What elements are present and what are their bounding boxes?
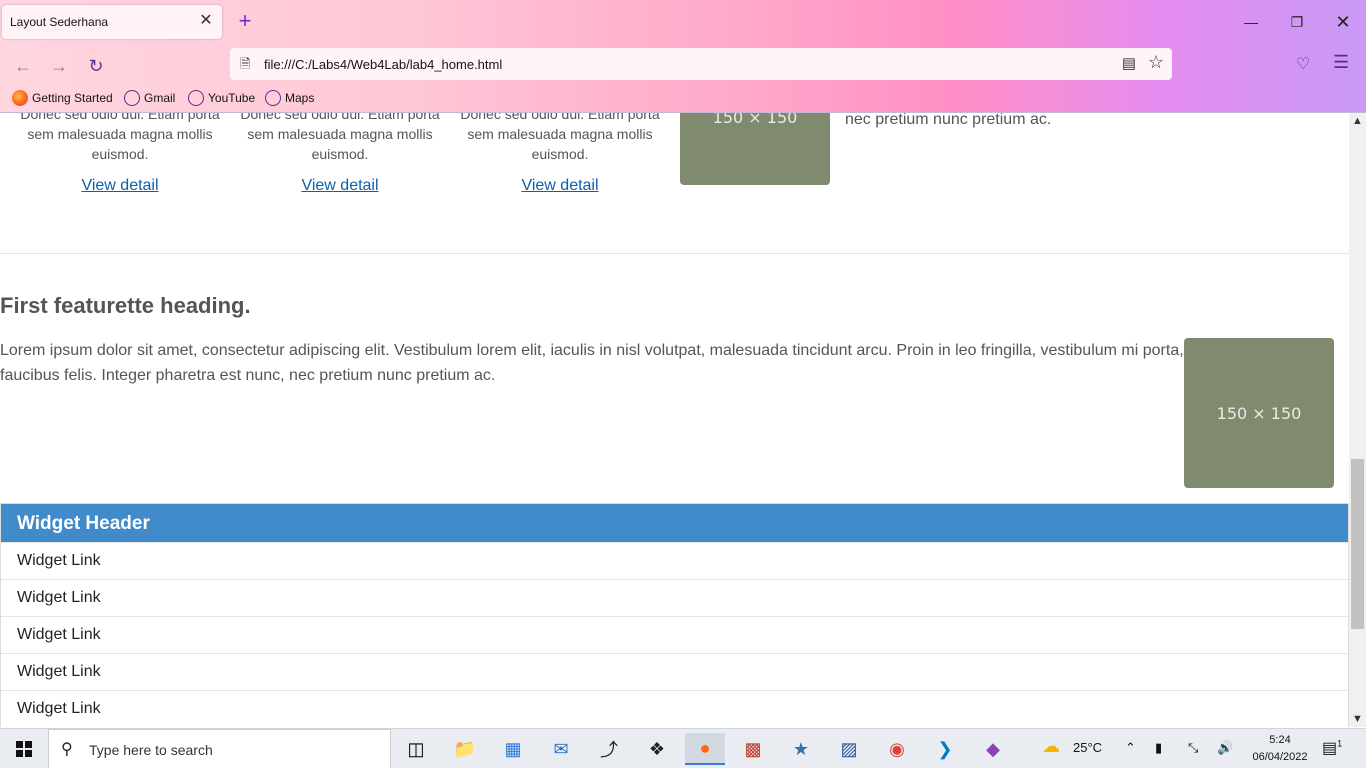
bookmarks-toolbar: Getting Started Gmail YouTube Maps xyxy=(0,86,1366,112)
widget-link[interactable]: Widget Link xyxy=(1,579,1348,616)
featurette-divider xyxy=(0,253,1349,254)
windows-logo-icon xyxy=(16,741,32,757)
card: Donec sed odio dui. Etiam porta sem male… xyxy=(20,113,220,196)
bookmark-youtube[interactable]: YouTube xyxy=(188,90,255,106)
weather-temperature[interactable]: 25°C xyxy=(1073,740,1102,755)
scroll-down-icon[interactable]: ▼ xyxy=(1352,713,1363,725)
featurette-heading: First featurette heading. xyxy=(0,293,251,318)
search-placeholder: Type here to search xyxy=(89,742,213,758)
widget-panel: Widget Header Widget Link Widget Link Wi… xyxy=(0,503,1349,727)
firefox-icon xyxy=(12,90,28,106)
card-text: Donec sed odio dui. Etiam porta sem male… xyxy=(240,113,440,162)
page-viewport: Donec sed odio dui. Etiam porta sem male… xyxy=(0,113,1349,727)
wifi-icon[interactable]: ⤡ xyxy=(1188,740,1198,756)
bookmark-maps[interactable]: Maps xyxy=(265,90,314,106)
widget-link[interactable]: Widget Link xyxy=(1,616,1348,653)
scroll-up-icon[interactable]: ▲ xyxy=(1352,115,1363,127)
show-hidden-icons-icon[interactable]: ⌃ xyxy=(1125,740,1136,756)
widget-link[interactable]: Widget Link xyxy=(1,690,1348,727)
view-detail-link[interactable]: View detail xyxy=(240,176,440,196)
tab-bar: Layout Sederhana ✕ + — ❐ ✕ xyxy=(0,0,1366,44)
new-tab-button[interactable]: + xyxy=(232,9,258,35)
task-view-icon[interactable]: ◫ xyxy=(396,733,436,765)
dropbox-icon[interactable]: ❖ xyxy=(637,733,677,765)
microsoft-store-icon[interactable]: ▦ xyxy=(493,733,533,765)
app-icon[interactable]: ▩ xyxy=(733,733,773,765)
placeholder-label: 150 × 150 xyxy=(1216,403,1302,423)
card-text: Donec sed odio dui. Etiam porta sem male… xyxy=(460,113,660,162)
clock-time: 5:24 xyxy=(1269,734,1291,746)
featurette-placeholder-image: 150 × 150 xyxy=(1184,338,1334,488)
bookmark-label: YouTube xyxy=(208,91,256,105)
back-arrow-icon[interactable]: ← xyxy=(10,53,36,79)
featurette-text: Lorem ipsum dolor sit amet, consectetur … xyxy=(0,342,1184,384)
placeholder-image: 150 × 150 xyxy=(680,113,830,185)
bookmark-label: Gmail xyxy=(144,91,176,105)
card: Donec sed odio dui. Etiam porta sem male… xyxy=(460,113,660,196)
widget-header: Widget Header xyxy=(1,504,1348,542)
mail-icon[interactable]: ✉ xyxy=(541,733,581,765)
sublime-icon[interactable]: ⤴ xyxy=(589,733,629,765)
tab-layout-sederhana[interactable]: Layout Sederhana ✕ xyxy=(2,5,222,39)
minimize-icon[interactable]: — xyxy=(1228,8,1274,36)
widget-link[interactable]: Widget Link xyxy=(1,653,1348,690)
volume-icon[interactable]: 🔊 xyxy=(1217,740,1233,756)
bookmark-label: Getting Started xyxy=(32,91,113,105)
widget-link[interactable]: Widget Link xyxy=(1,542,1348,579)
close-window-icon[interactable]: ✕ xyxy=(1320,8,1366,36)
featurette-text-tail: nec pretium nunc pretium ac. xyxy=(845,113,1052,128)
weather-icon[interactable]: ☁ xyxy=(1042,736,1060,757)
bookmark-gmail[interactable]: Gmail xyxy=(124,90,175,106)
word-icon[interactable]: ▨ xyxy=(829,733,869,765)
globe-icon xyxy=(188,90,204,106)
file-explorer-icon[interactable]: 📁 xyxy=(445,733,485,765)
windows-taskbar: ⚲ Type here to search ◫ 📁 ▦ ✉ ⤴ ❖ ● ▩ ★ … xyxy=(0,728,1366,768)
reader-view-icon[interactable]: ▤ xyxy=(1122,54,1136,72)
globe-icon xyxy=(124,90,140,106)
git-icon[interactable]: ◆ xyxy=(973,733,1013,765)
view-detail-link[interactable]: View detail xyxy=(460,176,660,196)
view-detail-link[interactable]: View detail xyxy=(20,176,220,196)
globe-icon xyxy=(265,90,281,106)
placeholder-label: 150 × 150 xyxy=(712,113,798,127)
clock-date: 06/04/2022 xyxy=(1252,751,1308,763)
notification-count: 1 xyxy=(1337,738,1343,749)
taskbar-search-box[interactable]: ⚲ Type here to search xyxy=(48,729,391,768)
battery-icon[interactable]: ▮ xyxy=(1155,740,1162,756)
firefox-taskbar-icon[interactable]: ● xyxy=(685,733,725,765)
python-icon[interactable]: ★ xyxy=(781,733,821,765)
url-text[interactable]: file:///C:/Labs4/Web4Lab/lab4_home.html xyxy=(264,57,502,72)
system-clock[interactable]: 5:24 06/04/2022 xyxy=(1248,732,1312,766)
navigation-bar: ← → ↻ 🗎 file:///C:/Labs4/Web4Lab/lab4_ho… xyxy=(0,44,1366,86)
file-icon: 🗎 xyxy=(240,56,251,71)
restore-icon[interactable]: ❐ xyxy=(1274,8,1320,36)
card: Donec sed odio dui. Etiam porta sem male… xyxy=(240,113,440,196)
bookmark-label: Maps xyxy=(285,91,315,105)
search-icon: ⚲ xyxy=(61,741,73,758)
card-text: Donec sed odio dui. Etiam porta sem male… xyxy=(20,113,220,162)
hamburger-menu-icon[interactable]: ☰ xyxy=(1333,52,1349,73)
scrollbar-thumb[interactable] xyxy=(1351,459,1364,629)
forward-arrow-icon[interactable]: → xyxy=(46,53,72,79)
pocket-icon[interactable]: ♡ xyxy=(1296,54,1310,74)
chrome-icon[interactable]: ◉ xyxy=(877,733,917,765)
start-button[interactable] xyxy=(0,729,48,768)
browser-chrome: Layout Sederhana ✕ + — ❐ ✕ ← → ↻ 🗎 file:… xyxy=(0,0,1366,113)
bookmark-getting-started[interactable]: Getting Started xyxy=(12,90,113,106)
page-scrollbar[interactable]: ▲ ▼ xyxy=(1349,113,1366,727)
reload-icon[interactable]: ↻ xyxy=(83,53,109,79)
vscode-icon[interactable]: ❯ xyxy=(925,733,965,765)
tab-title: Layout Sederhana xyxy=(10,15,109,29)
close-tab-icon[interactable]: ✕ xyxy=(196,11,216,31)
notification-center-icon[interactable]: ▤1 xyxy=(1322,738,1342,758)
bookmark-star-icon[interactable]: ☆ xyxy=(1148,52,1164,73)
address-bar[interactable]: 🗎 file:///C:/Labs4/Web4Lab/lab4_home.htm… xyxy=(230,48,1172,80)
